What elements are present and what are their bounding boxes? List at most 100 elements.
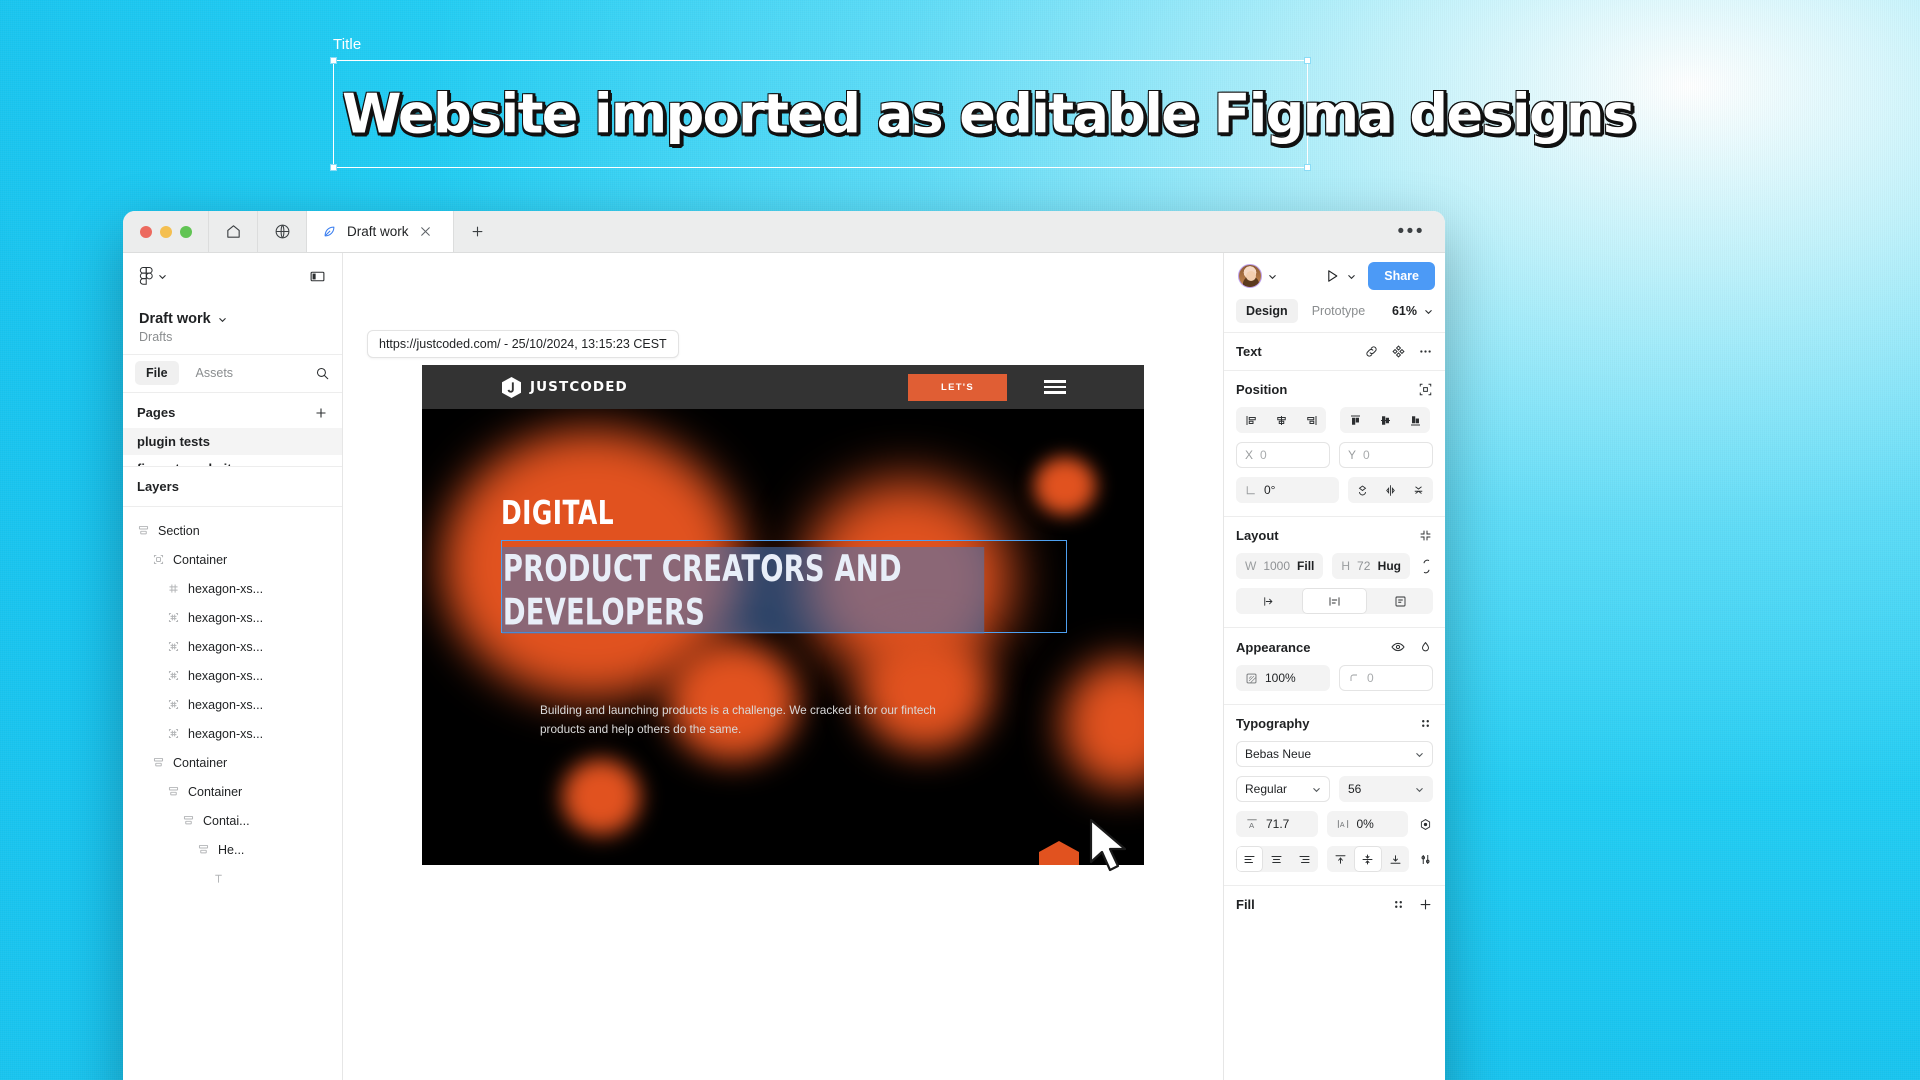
layer-row[interactable]: hexagon-xs... — [123, 603, 342, 632]
tab-design[interactable]: Design — [1236, 299, 1298, 323]
collapse-icon[interactable] — [1418, 528, 1433, 543]
layer-label: hexagon-xs... — [188, 639, 264, 654]
type-settings-icon[interactable] — [1418, 716, 1433, 731]
layer-row[interactable]: Container — [123, 777, 342, 806]
style-icon[interactable] — [1391, 897, 1406, 912]
letter-spacing-input[interactable]: A 0% — [1326, 811, 1408, 837]
zoom-control[interactable]: 61% — [1392, 304, 1433, 318]
position-section: Position X 0 Y 0 0° — [1224, 371, 1445, 517]
layer-row[interactable]: Container — [123, 545, 342, 574]
align-left-button[interactable] — [1236, 407, 1266, 433]
file-name-row[interactable]: Draft work — [139, 311, 326, 327]
site-brand[interactable]: JUSTCODED — [502, 376, 628, 398]
layer-row[interactable]: Container — [123, 748, 342, 777]
search-button[interactable] — [315, 366, 330, 381]
text-bottom-button[interactable] — [1382, 846, 1409, 872]
resize-handle-top-right[interactable] — [1304, 57, 1311, 64]
resize-handle-bottom-right[interactable] — [1304, 164, 1311, 171]
present-button[interactable] — [1324, 268, 1340, 284]
close-icon — [420, 227, 430, 236]
corner-radius-input[interactable]: 0 — [1339, 665, 1433, 691]
layer-row[interactable]: hexagon-xs... — [123, 632, 342, 661]
advanced-type-button[interactable] — [1418, 852, 1433, 867]
chevron-down-icon[interactable] — [1268, 272, 1277, 281]
height-input[interactable]: H 72 Hug — [1332, 553, 1410, 579]
constraints-icon[interactable] — [1418, 382, 1433, 397]
minimize-window-button[interactable] — [160, 225, 172, 238]
selected-text-layer[interactable]: PRODUCT CREATORS AND DEVELOPERS — [501, 540, 1067, 634]
flip-button[interactable] — [1376, 477, 1404, 503]
browser-more-button[interactable]: ••• — [1378, 211, 1445, 252]
align-bottom-button[interactable] — [1400, 407, 1430, 433]
text-align-right-button[interactable] — [1291, 846, 1318, 872]
rotate-button[interactable] — [1348, 477, 1376, 503]
close-window-button[interactable] — [140, 225, 152, 238]
plus-icon[interactable] — [1418, 897, 1433, 912]
font-family-select[interactable]: Bebas Neue — [1236, 741, 1433, 767]
tab-file[interactable]: File — [135, 361, 179, 385]
layer-row[interactable]: hexagon-xs... — [123, 661, 342, 690]
more-icon[interactable] — [1418, 344, 1433, 359]
text-middle-button[interactable] — [1354, 846, 1382, 872]
layer-row[interactable]: Section — [123, 516, 342, 545]
auto-width-button[interactable] — [1301, 588, 1368, 614]
new-tab-button[interactable] — [454, 211, 501, 252]
panel-toggle-button[interactable] — [309, 268, 326, 285]
font-weight-select[interactable]: Regular — [1236, 776, 1330, 802]
font-size-input[interactable]: 56 — [1339, 776, 1433, 802]
tab-prototype[interactable]: Prototype — [1302, 299, 1376, 323]
opacity-input[interactable]: 100% — [1236, 665, 1330, 691]
selection-bounding-box[interactable]: Website imported as editable Figma desig… — [330, 57, 1635, 171]
website-frame[interactable]: JUSTCODED LET'S DIGITAL PRODUCT CREATORS… — [422, 365, 1144, 865]
browser-tab-draft-work[interactable]: Draft work — [306, 211, 454, 252]
align-h-center-button[interactable] — [1266, 407, 1296, 433]
width-mode[interactable]: Fill — [1297, 559, 1314, 573]
layers-list[interactable]: Section Container hexagon-xs... hexagon-xs.… — [123, 506, 342, 1080]
tab-close-button[interactable] — [419, 225, 432, 238]
x-position-input[interactable]: X 0 — [1236, 442, 1330, 468]
align-top-button[interactable] — [1340, 407, 1370, 433]
text-align-center-button[interactable] — [1263, 846, 1290, 872]
eye-icon[interactable] — [1390, 639, 1406, 655]
page-item-plugin-tests[interactable]: plugin tests — [123, 428, 342, 455]
text-clip-button[interactable] — [1367, 588, 1433, 614]
align-right-button[interactable] — [1296, 407, 1326, 433]
avatar[interactable] — [1238, 264, 1262, 288]
figma-main-menu[interactable] — [139, 266, 167, 286]
share-button[interactable]: Share — [1368, 262, 1435, 290]
height-mode[interactable]: Hug — [1378, 559, 1401, 573]
width-input[interactable]: W 1000 Fill — [1236, 553, 1324, 579]
figma-canvas[interactable]: https://justcoded.com/ - 25/10/2024, 13:… — [343, 253, 1223, 1080]
resize-handle-top-left[interactable] — [330, 57, 337, 64]
text-top-button[interactable] — [1327, 846, 1354, 872]
component-icon[interactable] — [1391, 344, 1406, 359]
layer-row[interactable]: hexagon-xs... — [123, 574, 342, 603]
chevron-down-icon[interactable] — [1347, 272, 1356, 281]
text-align-left-button[interactable] — [1236, 846, 1264, 872]
tab-assets[interactable]: Assets — [185, 361, 245, 385]
link-icon[interactable] — [1364, 344, 1379, 359]
layer-row[interactable]: hexagon-xs... — [123, 690, 342, 719]
align-v-center-button[interactable] — [1370, 407, 1400, 433]
rotation-input[interactable]: 0° — [1236, 477, 1339, 503]
add-page-button[interactable] — [314, 406, 328, 420]
globe-button[interactable] — [257, 211, 306, 252]
maximize-window-button[interactable] — [180, 225, 192, 238]
flatten-button[interactable] — [1405, 477, 1433, 503]
layer-row[interactable]: hexagon-xs... — [123, 719, 342, 748]
layer-row[interactable]: He... — [123, 835, 342, 864]
horizontal-resize-button[interactable] — [1236, 588, 1302, 614]
layer-row[interactable]: Contai... — [123, 806, 342, 835]
y-position-input[interactable]: Y 0 — [1339, 442, 1433, 468]
hamburger-menu-button[interactable] — [1044, 380, 1066, 394]
type-detail-button[interactable] — [1417, 817, 1433, 832]
resize-handle-bottom-left[interactable] — [330, 164, 337, 171]
page-item-figma-to-website-clipped[interactable]: figma to website — [123, 455, 342, 466]
blend-icon[interactable] — [1418, 640, 1433, 655]
layer-row[interactable] — [123, 864, 342, 893]
site-cta-button[interactable]: LET'S — [908, 373, 1007, 401]
home-button[interactable] — [208, 211, 257, 252]
line-height-value: 71.7 — [1266, 817, 1290, 831]
line-height-input[interactable]: A 71.7 — [1236, 811, 1318, 837]
aspect-ratio-lock-button[interactable] — [1419, 559, 1433, 574]
